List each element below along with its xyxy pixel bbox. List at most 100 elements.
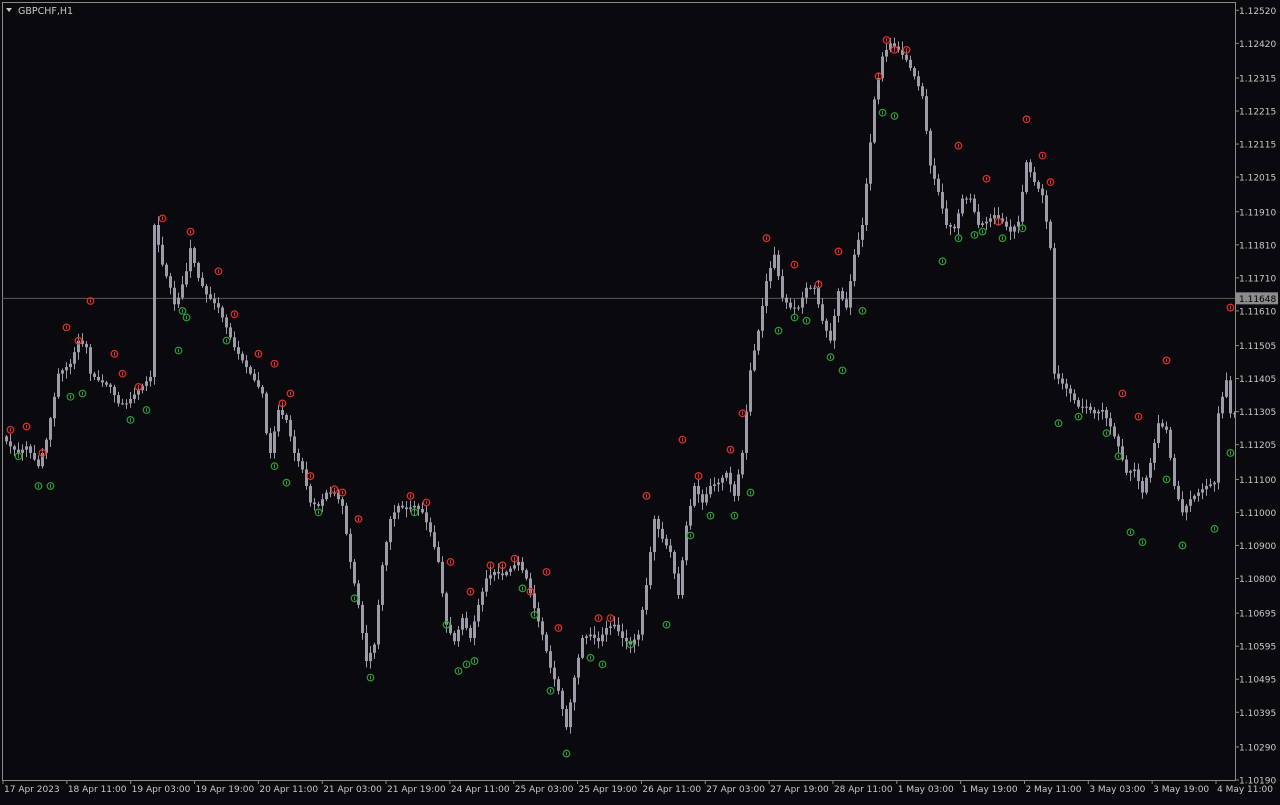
candle-body xyxy=(805,287,808,298)
candle-body xyxy=(617,624,620,632)
candle-body xyxy=(945,208,948,225)
candle-body xyxy=(105,382,108,385)
candle-body xyxy=(149,376,152,382)
candle-body xyxy=(129,398,132,404)
candle-body xyxy=(777,254,780,277)
candle-body xyxy=(781,276,784,298)
candle-body xyxy=(513,565,516,569)
candle-body xyxy=(885,49,888,57)
candle-body xyxy=(221,307,224,318)
candle-body xyxy=(177,297,180,305)
candle-body xyxy=(1197,492,1200,496)
symbol-header[interactable]: GBPCHF,H1 xyxy=(6,6,73,17)
candle-body xyxy=(1125,459,1128,473)
candlestick-chart[interactable]: 1.12520 1.12420 1.12315 1.12215 1.12115 1.120… xyxy=(0,0,1280,800)
candle-body xyxy=(677,573,680,595)
chart-canvas[interactable]: 1.12520 1.12420 1.12315 1.12215 1.12115 1.120… xyxy=(0,0,1280,800)
candle-body xyxy=(645,585,648,610)
candle-body xyxy=(625,637,628,642)
candle-body xyxy=(1085,406,1088,408)
candle-body xyxy=(581,637,584,658)
candle-body xyxy=(1065,383,1068,389)
candle-body xyxy=(53,396,56,419)
time-tick-label: 21 Apr 19:00 xyxy=(387,785,446,795)
candle-body xyxy=(557,679,560,691)
candle-body xyxy=(869,142,872,184)
candle-body xyxy=(101,380,104,383)
candle-body xyxy=(113,386,116,396)
candle-body xyxy=(161,244,164,265)
candle-body xyxy=(49,418,52,440)
triangle-down-icon[interactable] xyxy=(6,8,12,12)
candle-body xyxy=(705,494,708,503)
candle-body xyxy=(1053,248,1056,374)
candle-body xyxy=(933,165,936,179)
candle-body xyxy=(641,609,644,635)
price-tick-label: 1.10290 xyxy=(1239,743,1276,753)
time-axis[interactable]: 17 Apr 2023 18 Apr 11:00 19 Apr 03:00 19 Ap… xyxy=(2,780,1273,795)
price-tick-label: 1.12520 xyxy=(1239,7,1276,17)
time-tick-label: 26 Apr 11:00 xyxy=(642,785,701,795)
candle-body xyxy=(753,350,756,371)
candle-body xyxy=(661,528,664,539)
candle-body xyxy=(1133,469,1136,472)
candle-body xyxy=(249,367,252,374)
candle-body xyxy=(289,419,292,437)
price-tick-label: 1.10900 xyxy=(1239,542,1276,552)
candle-body xyxy=(717,482,720,485)
candle-body xyxy=(873,99,876,143)
candle-body xyxy=(809,287,812,289)
candle-body xyxy=(409,507,412,510)
candle-body xyxy=(377,604,380,645)
symbol-label: GBPCHF,H1 xyxy=(18,6,73,17)
price-axis[interactable]: 1.12520 1.12420 1.12315 1.12215 1.12115 1.120… xyxy=(1235,7,1276,787)
candle-body xyxy=(1029,162,1032,173)
candle-body xyxy=(1141,481,1144,493)
time-tick-label: 25 Apr 03:00 xyxy=(515,785,574,795)
candle-body xyxy=(1185,505,1188,513)
candle-body xyxy=(353,561,356,584)
candle-body xyxy=(681,560,684,595)
candle-body xyxy=(925,96,928,131)
price-tick-label: 1.10695 xyxy=(1239,610,1276,620)
price-tick-label: 1.12215 xyxy=(1239,108,1276,118)
candle-body xyxy=(453,632,456,642)
candle-body xyxy=(1209,484,1212,486)
candle-body xyxy=(1097,411,1100,414)
candle-body xyxy=(837,291,840,316)
candle-body xyxy=(293,436,296,453)
candle-body xyxy=(313,502,316,505)
candle-body xyxy=(509,568,512,572)
time-tick-label: 27 Apr 03:00 xyxy=(706,785,765,795)
candle-body xyxy=(929,130,932,166)
candles-layer xyxy=(5,37,1236,734)
candle-body xyxy=(593,634,596,638)
candle-body xyxy=(465,618,468,629)
candle-body xyxy=(1061,378,1064,384)
candle-body xyxy=(321,499,324,506)
time-tick-label: 1 May 03:00 xyxy=(898,785,954,795)
candle-body xyxy=(181,284,184,298)
time-tick-label: 1 May 19:00 xyxy=(962,785,1018,795)
candle-body xyxy=(909,59,912,69)
candle-body xyxy=(393,512,396,520)
candle-body xyxy=(821,304,824,321)
candle-body xyxy=(545,634,548,652)
candle-body xyxy=(793,307,796,309)
candle-body xyxy=(977,211,980,225)
candle-body xyxy=(373,644,376,653)
candle-body xyxy=(905,54,908,60)
candle-body xyxy=(369,652,372,662)
candle-body xyxy=(721,477,724,483)
candle-body xyxy=(517,561,520,566)
candle-body xyxy=(5,436,8,442)
candle-body xyxy=(589,634,592,637)
candle-body xyxy=(1013,226,1016,232)
candle-body xyxy=(569,702,572,728)
candle-body xyxy=(549,651,552,668)
candle-body xyxy=(209,294,212,299)
candle-body xyxy=(381,565,384,605)
time-tick-label: 17 Apr 2023 xyxy=(4,785,60,795)
candle-body xyxy=(1081,406,1084,408)
candle-body xyxy=(89,347,92,374)
